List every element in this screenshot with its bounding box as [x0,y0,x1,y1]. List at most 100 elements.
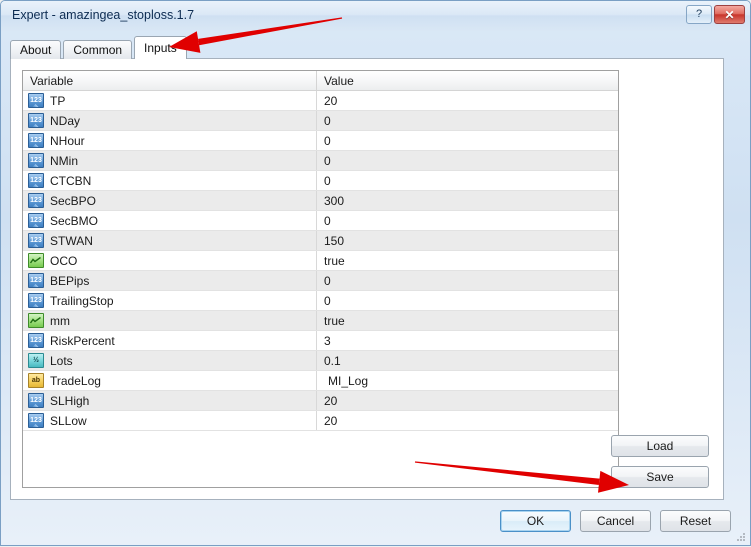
tab-about[interactable]: About [10,40,62,59]
cell-variable[interactable]: 123 RiskPercent [23,331,317,350]
cell-variable[interactable]: 123 TP [23,91,317,110]
table-row[interactable]: ½ Lots 0.1 [23,351,618,371]
tab-strip: About Common Inputs [10,36,189,59]
table-row[interactable]: 123 BEPips 0 [23,271,618,291]
table-body: 123 TP 20 123 NDay 0 123 NHour 0 123 NMin 0 123 CTCBN… [23,91,618,431]
variable-name: Lots [50,353,73,368]
variable-name: TP [50,93,66,108]
cell-value[interactable]: MI_Log [317,371,618,390]
column-header-variable[interactable]: Variable [23,71,317,90]
table-row[interactable]: 123 RiskPercent 3 [23,331,618,351]
int-icon: 123 [28,113,44,128]
cell-value[interactable]: true [317,311,618,330]
int-icon: 123 [28,233,44,248]
cell-value[interactable]: 3 [317,331,618,350]
table-row[interactable]: 123 NHour 0 [23,131,618,151]
cell-value[interactable]: true [317,251,618,270]
cell-variable[interactable]: mm [23,311,317,330]
cell-variable[interactable]: ab TradeLog [23,371,317,390]
int-icon: 123 [28,193,44,208]
ok-button[interactable]: OK [500,510,571,532]
cell-variable[interactable]: 123 SecBPO [23,191,317,210]
title-bar: Expert - amazingea_stoploss.1.7 ? ✕ [1,1,750,31]
table-row[interactable]: OCO true [23,251,618,271]
table-row[interactable]: 123 SLLow 20 [23,411,618,431]
cell-variable[interactable]: 123 SLHigh [23,391,317,410]
variable-name: SLLow [50,413,87,428]
inputs-table[interactable]: Variable Value 123 TP 20 123 NDay 0 123 NHour 0 1… [22,70,619,488]
cell-variable[interactable]: 123 NHour [23,131,317,150]
variable-name: CTCBN [50,173,92,188]
int-icon: 123 [28,153,44,168]
close-button[interactable]: ✕ [714,5,745,24]
cell-value[interactable]: 300 [317,191,618,210]
table-row[interactable]: 123 NMin 0 [23,151,618,171]
table-row[interactable]: 123 SecBPO 300 [23,191,618,211]
bool-icon [28,253,44,268]
cell-value[interactable]: 0 [317,111,618,130]
variable-name: NDay [50,113,81,128]
cell-value[interactable]: 0.1 [317,351,618,370]
resize-grip-icon[interactable] [734,530,746,542]
cell-variable[interactable]: 123 BEPips [23,271,317,290]
window-title: Expert - amazingea_stoploss.1.7 [12,8,195,22]
table-row[interactable]: ab TradeLog MI_Log [23,371,618,391]
cell-value[interactable]: 20 [317,391,618,410]
table-row[interactable]: 123 SecBMO 0 [23,211,618,231]
cell-variable[interactable]: 123 CTCBN [23,171,317,190]
cell-variable[interactable]: OCO [23,251,317,270]
int-icon: 123 [28,93,44,108]
cell-variable[interactable]: 123 TrailingStop [23,291,317,310]
table-row[interactable]: 123 SLHigh 20 [23,391,618,411]
cell-value[interactable]: 0 [317,291,618,310]
dialog-buttons: OK Cancel Reset [500,510,731,532]
int-icon: 123 [28,133,44,148]
cell-variable[interactable]: 123 NDay [23,111,317,130]
cell-value[interactable]: 20 [317,91,618,110]
variable-name: OCO [50,253,78,268]
cell-variable[interactable]: 123 SecBMO [23,211,317,230]
table-row[interactable]: 123 STWAN 150 [23,231,618,251]
cell-variable[interactable]: ½ Lots [23,351,317,370]
variable-name: RiskPercent [50,333,115,348]
variable-name: NMin [50,153,79,168]
variable-name: SLHigh [50,393,90,408]
cancel-button[interactable]: Cancel [580,510,651,532]
cell-variable[interactable]: 123 STWAN [23,231,317,250]
string-icon: ab [28,373,44,388]
variable-name: BEPips [50,273,90,288]
table-row[interactable]: 123 CTCBN 0 [23,171,618,191]
variable-name: SecBMO [50,213,99,228]
cell-value[interactable]: 0 [317,131,618,150]
variable-name: TradeLog [50,373,101,388]
tab-inputs[interactable]: Inputs [134,36,187,59]
table-header-row: Variable Value [23,71,618,91]
cell-value[interactable]: 0 [317,271,618,290]
reset-button[interactable]: Reset [660,510,731,532]
tab-common[interactable]: Common [63,40,133,59]
bool-icon [28,313,44,328]
cell-variable[interactable]: 123 SLLow [23,411,317,430]
int-icon: 123 [28,333,44,348]
table-row[interactable]: 123 NDay 0 [23,111,618,131]
variable-name: STWAN [50,233,93,248]
int-icon: 123 [28,273,44,288]
variable-name: SecBPO [50,193,97,208]
cell-value[interactable]: 150 [317,231,618,250]
variable-name: NHour [50,133,85,148]
variable-name: TrailingStop [50,293,114,308]
save-button[interactable]: Save [611,466,709,488]
cell-value[interactable]: 0 [317,151,618,170]
cell-value[interactable]: 20 [317,411,618,430]
column-header-value[interactable]: Value [317,71,618,90]
table-row[interactable]: mm true [23,311,618,331]
table-row[interactable]: 123 TP 20 [23,91,618,111]
cell-value[interactable]: 0 [317,211,618,230]
table-row[interactable]: 123 TrailingStop 0 [23,291,618,311]
cell-variable[interactable]: 123 NMin [23,151,317,170]
expert-properties-dialog: Expert - amazingea_stoploss.1.7 ? ✕ Abou… [0,0,751,546]
help-button[interactable]: ? [686,5,712,24]
int-icon: 123 [28,173,44,188]
cell-value[interactable]: 0 [317,171,618,190]
load-button[interactable]: Load [611,435,709,457]
